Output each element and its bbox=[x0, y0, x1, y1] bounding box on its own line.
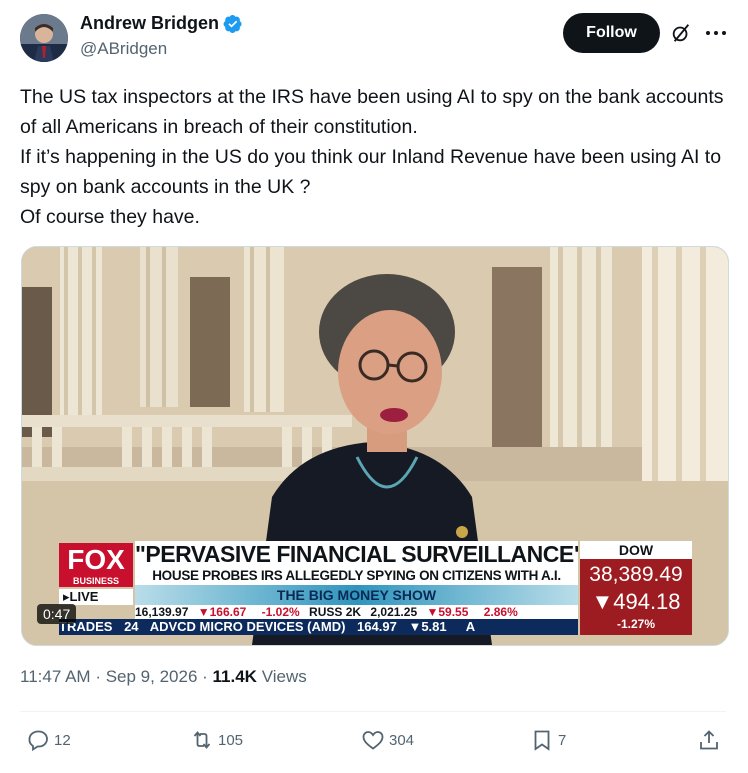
dow-value: 38,389.49 bbox=[589, 563, 683, 586]
reply-button[interactable]: 12 bbox=[26, 728, 71, 752]
verified-badge-icon bbox=[223, 14, 242, 33]
market-1-value: 16,139.97 bbox=[135, 605, 189, 619]
stock-tail: A bbox=[465, 619, 476, 634]
dow-label: DOW bbox=[580, 541, 692, 559]
market-2-value: 2,021.25 bbox=[370, 605, 418, 619]
chyron-headline: "PERVASIVE FINANCIAL SURVEILLANCE" bbox=[135, 541, 578, 567]
repost-count: 105 bbox=[218, 731, 244, 749]
dow-pct: -1.27% bbox=[616, 617, 656, 631]
live-badge: ▸LIVE bbox=[59, 589, 133, 605]
tweet-text: The US tax inspectors at the IRS have be… bbox=[20, 86, 724, 228]
stock-value: 164.97 bbox=[357, 619, 397, 634]
stock-name: ADVCD MICRO DEVICES (AMD) bbox=[149, 619, 346, 634]
bookmark-icon bbox=[534, 730, 550, 751]
meta-separator: · bbox=[202, 667, 213, 686]
dow-change: ▼494.18 bbox=[591, 589, 681, 614]
stock-change: ▼5.81 bbox=[408, 619, 447, 634]
author-handle[interactable]: @ABridgen bbox=[80, 39, 167, 59]
reply-count: 12 bbox=[54, 731, 71, 749]
fox-logo-sub: BUSINESS bbox=[59, 575, 133, 587]
stock-ticker: TRADES 24 ADVCD MICRO DEVICES (AMD) 164.… bbox=[59, 619, 578, 635]
repost-button[interactable]: 105 bbox=[190, 728, 243, 752]
views-count: 11.4K bbox=[212, 667, 257, 686]
tweet-meta: 11:47 AM · Sep 9, 2026 · 11.4K Views bbox=[20, 667, 307, 687]
avatar[interactable] bbox=[20, 14, 68, 62]
market-2-name: RUSS 2K bbox=[309, 605, 362, 619]
author-name[interactable]: Andrew Bridgen bbox=[80, 13, 219, 34]
heart-icon bbox=[362, 731, 384, 750]
bookmark-count: 7 bbox=[558, 731, 567, 749]
share-button[interactable] bbox=[697, 728, 725, 752]
bookmark-button[interactable]: 7 bbox=[530, 728, 566, 752]
repost-icon bbox=[193, 731, 211, 749]
chyron-subhead: HOUSE PROBES IRS ALLEGEDLY SPYING ON CIT… bbox=[135, 567, 578, 585]
author-name-row[interactable]: Andrew Bridgen bbox=[80, 13, 243, 34]
more-icon[interactable] bbox=[704, 23, 728, 43]
like-count: 304 bbox=[389, 731, 415, 749]
market-2-pct: 2.86% bbox=[483, 605, 518, 619]
live-label: LIVE bbox=[69, 589, 99, 604]
like-button[interactable]: 304 bbox=[361, 728, 414, 752]
divider bbox=[20, 711, 726, 712]
video-duration: 0:47 bbox=[37, 604, 77, 624]
reply-icon bbox=[28, 730, 48, 752]
share-icon bbox=[700, 730, 718, 750]
video-player[interactable]: FOX BUSINESS ▸LIVE "PERVASIVE FINANCIAL … bbox=[21, 246, 729, 646]
show-name: THE BIG MONEY SHOW bbox=[135, 585, 578, 605]
fox-logo: FOX bbox=[59, 543, 133, 577]
market-ticker: 16,139.97 ▼166.67 -1.02% RUSS 2K 2,021.2… bbox=[135, 605, 578, 619]
views-label: Views bbox=[261, 667, 307, 686]
market-1-change: ▼166.67 bbox=[197, 605, 247, 619]
market-1-pct: -1.02% bbox=[261, 605, 300, 619]
tweet-time[interactable]: 11:47 AM bbox=[20, 667, 91, 686]
grok-icon[interactable] bbox=[670, 22, 692, 44]
market-2-change: ▼59.55 bbox=[426, 605, 469, 619]
tweet-date[interactable]: Sep 9, 2026 bbox=[106, 667, 198, 686]
dow-panel: 38,389.49 ▼494.18 -1.27% bbox=[580, 559, 692, 635]
avatar-photo bbox=[20, 14, 68, 62]
trades-value: 24 bbox=[124, 619, 139, 634]
follow-button[interactable]: Follow bbox=[563, 13, 660, 53]
meta-separator: · bbox=[95, 667, 106, 686]
